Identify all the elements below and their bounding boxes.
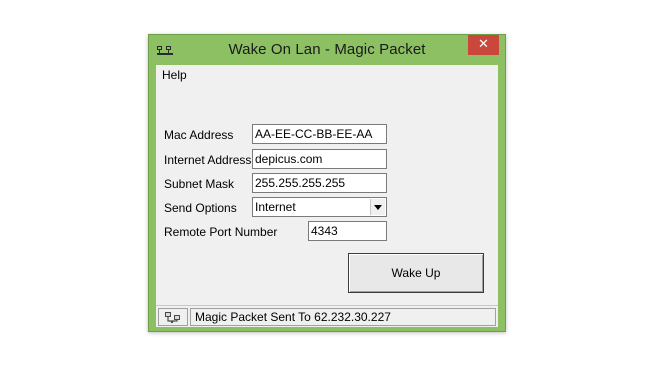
subnet-mask-field[interactable]: 255.255.255.255	[252, 173, 387, 193]
status-message: Magic Packet Sent To 62.232.30.227	[190, 308, 496, 326]
send-options-value: Internet	[255, 200, 296, 214]
menu-bar: Help	[156, 65, 498, 83]
send-options-select[interactable]: Internet	[252, 197, 387, 217]
network-status-icon	[165, 312, 180, 324]
remote-port-field[interactable]: 4343	[308, 221, 387, 241]
chevron-down-icon[interactable]	[370, 199, 385, 215]
mac-address-label: Mac Address	[164, 128, 234, 142]
window-title: Wake On Lan - Magic Packet	[228, 41, 426, 58]
wake-up-button[interactable]: Wake Up	[348, 253, 484, 293]
client-area: Help Mac Address AA-EE-CC-BB-EE-AA Inter…	[156, 65, 498, 327]
title-bar[interactable]: Wake On Lan - Magic Packet ✕	[149, 35, 505, 65]
menu-item-help[interactable]: Help	[162, 68, 187, 82]
status-icon-cell	[158, 308, 188, 326]
close-icon: ✕	[478, 37, 489, 52]
status-bar: Magic Packet Sent To 62.232.30.227	[156, 305, 498, 327]
internet-address-label: Internet Address	[164, 153, 252, 167]
subnet-mask-label: Subnet Mask	[164, 177, 235, 191]
internet-address-field[interactable]: depicus.com	[252, 149, 387, 169]
mac-address-field[interactable]: AA-EE-CC-BB-EE-AA	[252, 124, 387, 144]
remote-port-label: Remote Port Number	[164, 225, 278, 239]
send-options-label: Send Options	[164, 201, 237, 215]
close-button[interactable]: ✕	[468, 35, 499, 55]
app-window: Wake On Lan - Magic Packet ✕ Help Mac Ad…	[148, 34, 506, 332]
